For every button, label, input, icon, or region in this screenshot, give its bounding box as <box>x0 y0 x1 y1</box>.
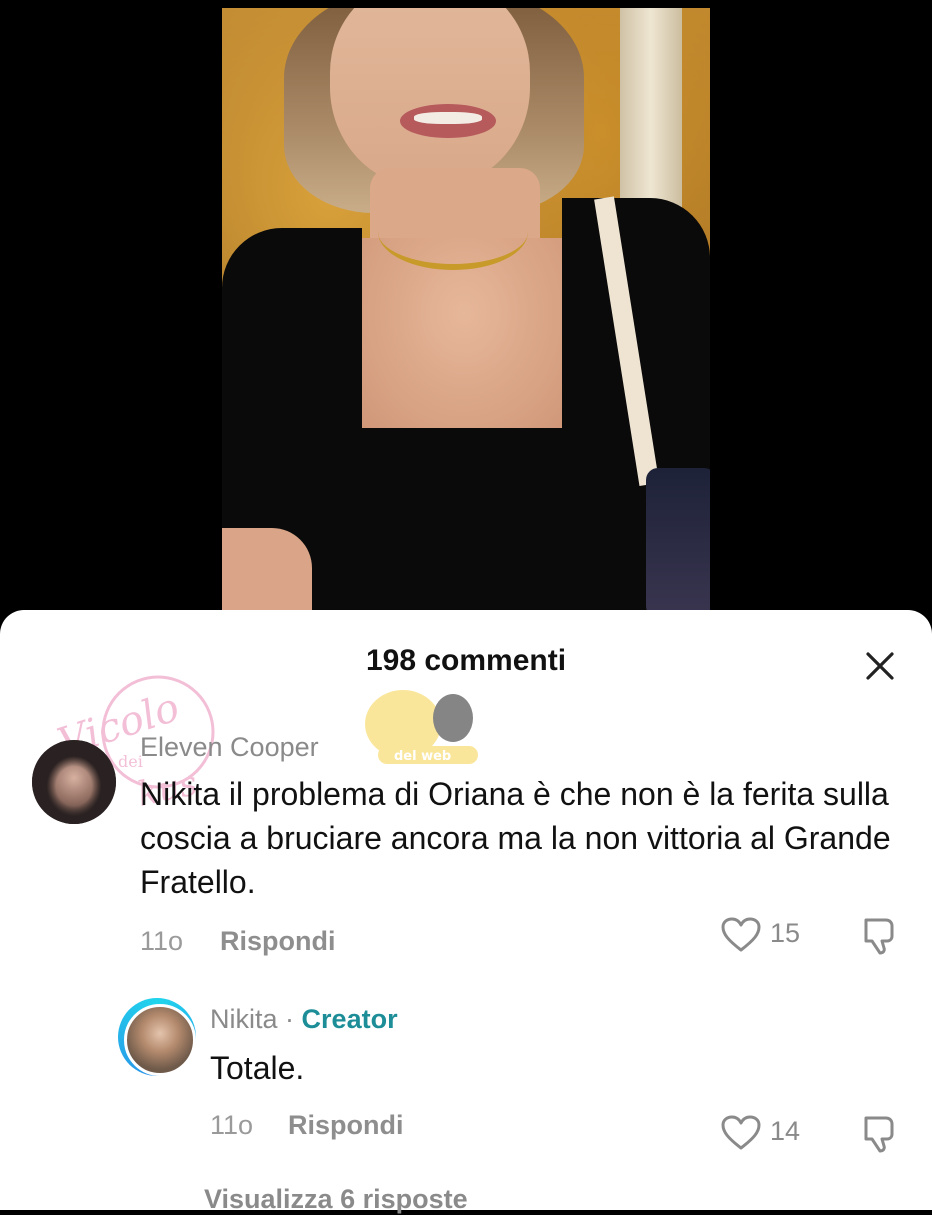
heart-icon[interactable] <box>720 916 762 954</box>
comments-count-title: 198 commenti <box>365 644 567 677</box>
comments-sheet: 198 commenti Vicolo dei kus del web Elev… <box>0 610 932 1214</box>
reply-button[interactable]: Rispondi <box>220 926 336 957</box>
comment-time: 11o <box>210 1110 254 1140</box>
video-frame[interactable] <box>222 8 710 628</box>
comment-author-line: Nikita · Creator <box>210 1004 398 1035</box>
creator-badge: Creator <box>301 1004 398 1034</box>
thumbs-down-icon[interactable] <box>858 914 900 956</box>
comment-time: 11o <box>140 926 184 956</box>
video-bag <box>646 468 710 618</box>
reply-button[interactable]: Rispondi <box>288 1110 404 1141</box>
comment-author[interactable]: Nikita <box>210 1004 278 1034</box>
watermark-tag: del web <box>394 749 451 764</box>
heart-icon[interactable] <box>720 1114 762 1152</box>
author-separator: · <box>285 1004 295 1034</box>
avatar-nikita[interactable] <box>124 1004 196 1076</box>
like-count: 15 <box>770 918 801 948</box>
close-icon[interactable] <box>860 646 900 686</box>
avatar-eleven-cooper[interactable] <box>32 740 116 824</box>
video-teeth <box>414 112 482 124</box>
video-top-mid <box>342 428 582 628</box>
comment-author[interactable]: Eleven Cooper <box>140 732 319 763</box>
comment-text: Totale. <box>210 1050 305 1086</box>
like-count: 14 <box>770 1116 801 1146</box>
comment-text: Nikita il problema di Oriana è che non è… <box>140 776 891 900</box>
thumbs-down-icon[interactable] <box>858 1112 900 1154</box>
video-necklace <box>378 194 528 270</box>
